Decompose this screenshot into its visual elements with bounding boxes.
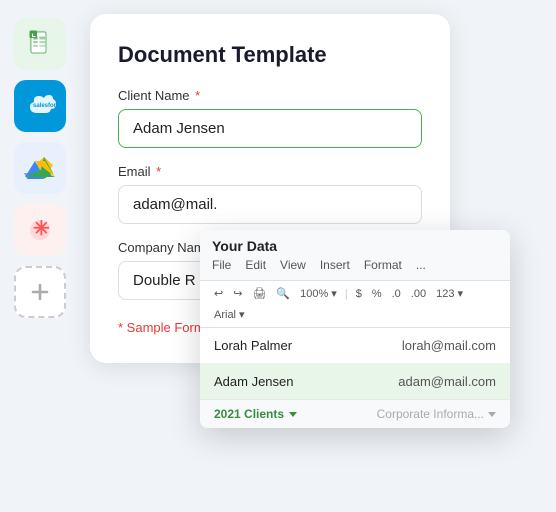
menu-edit[interactable]: Edit — [245, 258, 266, 272]
col-chevron-icon — [488, 412, 496, 417]
spreadsheet-menu: File Edit View Insert Format ... — [212, 258, 498, 272]
spreadsheet-toolbar: ↩ ↪ 🖨 🔍 100% ▾ | $ % .0 .00 123 ▾ Arial … — [200, 281, 510, 328]
menu-format[interactable]: Format — [364, 258, 402, 272]
menu-insert[interactable]: Insert — [320, 258, 350, 272]
toolbar-print[interactable]: 🖨 — [250, 286, 268, 301]
toolbar-dec-places[interactable]: .0 — [390, 287, 403, 301]
row1-email: lorah@mail.com — [355, 338, 496, 353]
spreadsheet-footer: 2021 Clients Corporate Informa... — [200, 399, 510, 428]
sheet-tab[interactable]: 2021 Clients — [214, 407, 297, 421]
row2-email: adam@mail.com — [355, 374, 496, 389]
toolbar-undo[interactable]: ↩ — [212, 286, 225, 301]
toolbar-zoom[interactable]: 100% ▾ — [298, 286, 339, 301]
row2-name: Adam Jensen — [214, 374, 355, 389]
svg-text:salesforce: salesforce — [33, 103, 57, 109]
menu-file[interactable]: File — [212, 258, 231, 272]
toolbar-sep1: | — [345, 288, 348, 300]
sheet-col-label: Corporate Informa... — [377, 407, 496, 421]
sidebar-icon-asterisk[interactable]: ✳ — [14, 204, 66, 256]
menu-more[interactable]: ... — [416, 258, 426, 272]
toolbar-more-places[interactable]: .00 — [409, 287, 428, 301]
spreadsheet-body: Lorah Palmer lorah@mail.com Adam Jensen … — [200, 328, 510, 399]
toolbar-paintformat[interactable]: 🔍 — [274, 286, 292, 301]
required-star-1: * — [192, 88, 201, 103]
scene: salesforce ✳ — [0, 0, 556, 512]
menu-view[interactable]: View — [280, 258, 306, 272]
spreadsheet-title: Your Data — [212, 238, 498, 254]
toolbar-format-num[interactable]: 123 ▾ — [434, 286, 465, 301]
toolbar-currency[interactable]: $ — [354, 287, 364, 301]
sheet-tab-label: 2021 Clients — [214, 407, 284, 421]
table-row[interactable]: Lorah Palmer lorah@mail.com — [200, 328, 510, 364]
sidebar: salesforce ✳ — [14, 18, 66, 318]
client-name-label: Client Name * — [118, 88, 422, 103]
row1-name: Lorah Palmer — [214, 338, 355, 353]
required-star-2: * — [153, 164, 162, 179]
spreadsheet-popup: Your Data File Edit View Insert Format .… — [200, 230, 510, 428]
toolbar-font[interactable]: Arial ▾ — [212, 307, 247, 322]
email-label: Email * — [118, 164, 422, 179]
sheet-tab-chevron-icon — [289, 412, 297, 417]
sidebar-icon-sheets[interactable] — [14, 18, 66, 70]
svg-text:✳: ✳ — [33, 218, 50, 240]
sidebar-icon-add[interactable] — [14, 266, 66, 318]
sheet-col-label-text: Corporate Informa... — [377, 407, 484, 421]
table-row[interactable]: Adam Jensen adam@mail.com — [200, 364, 510, 399]
sidebar-icon-drive[interactable] — [14, 142, 66, 194]
client-name-input[interactable] — [118, 109, 422, 148]
form-title: Document Template — [118, 42, 422, 68]
toolbar-percent[interactable]: % — [370, 287, 384, 301]
spreadsheet-header: Your Data File Edit View Insert Format .… — [200, 230, 510, 281]
email-input[interactable] — [118, 185, 422, 224]
sidebar-icon-salesforce[interactable]: salesforce — [14, 80, 66, 132]
toolbar-redo[interactable]: ↪ — [231, 286, 244, 301]
